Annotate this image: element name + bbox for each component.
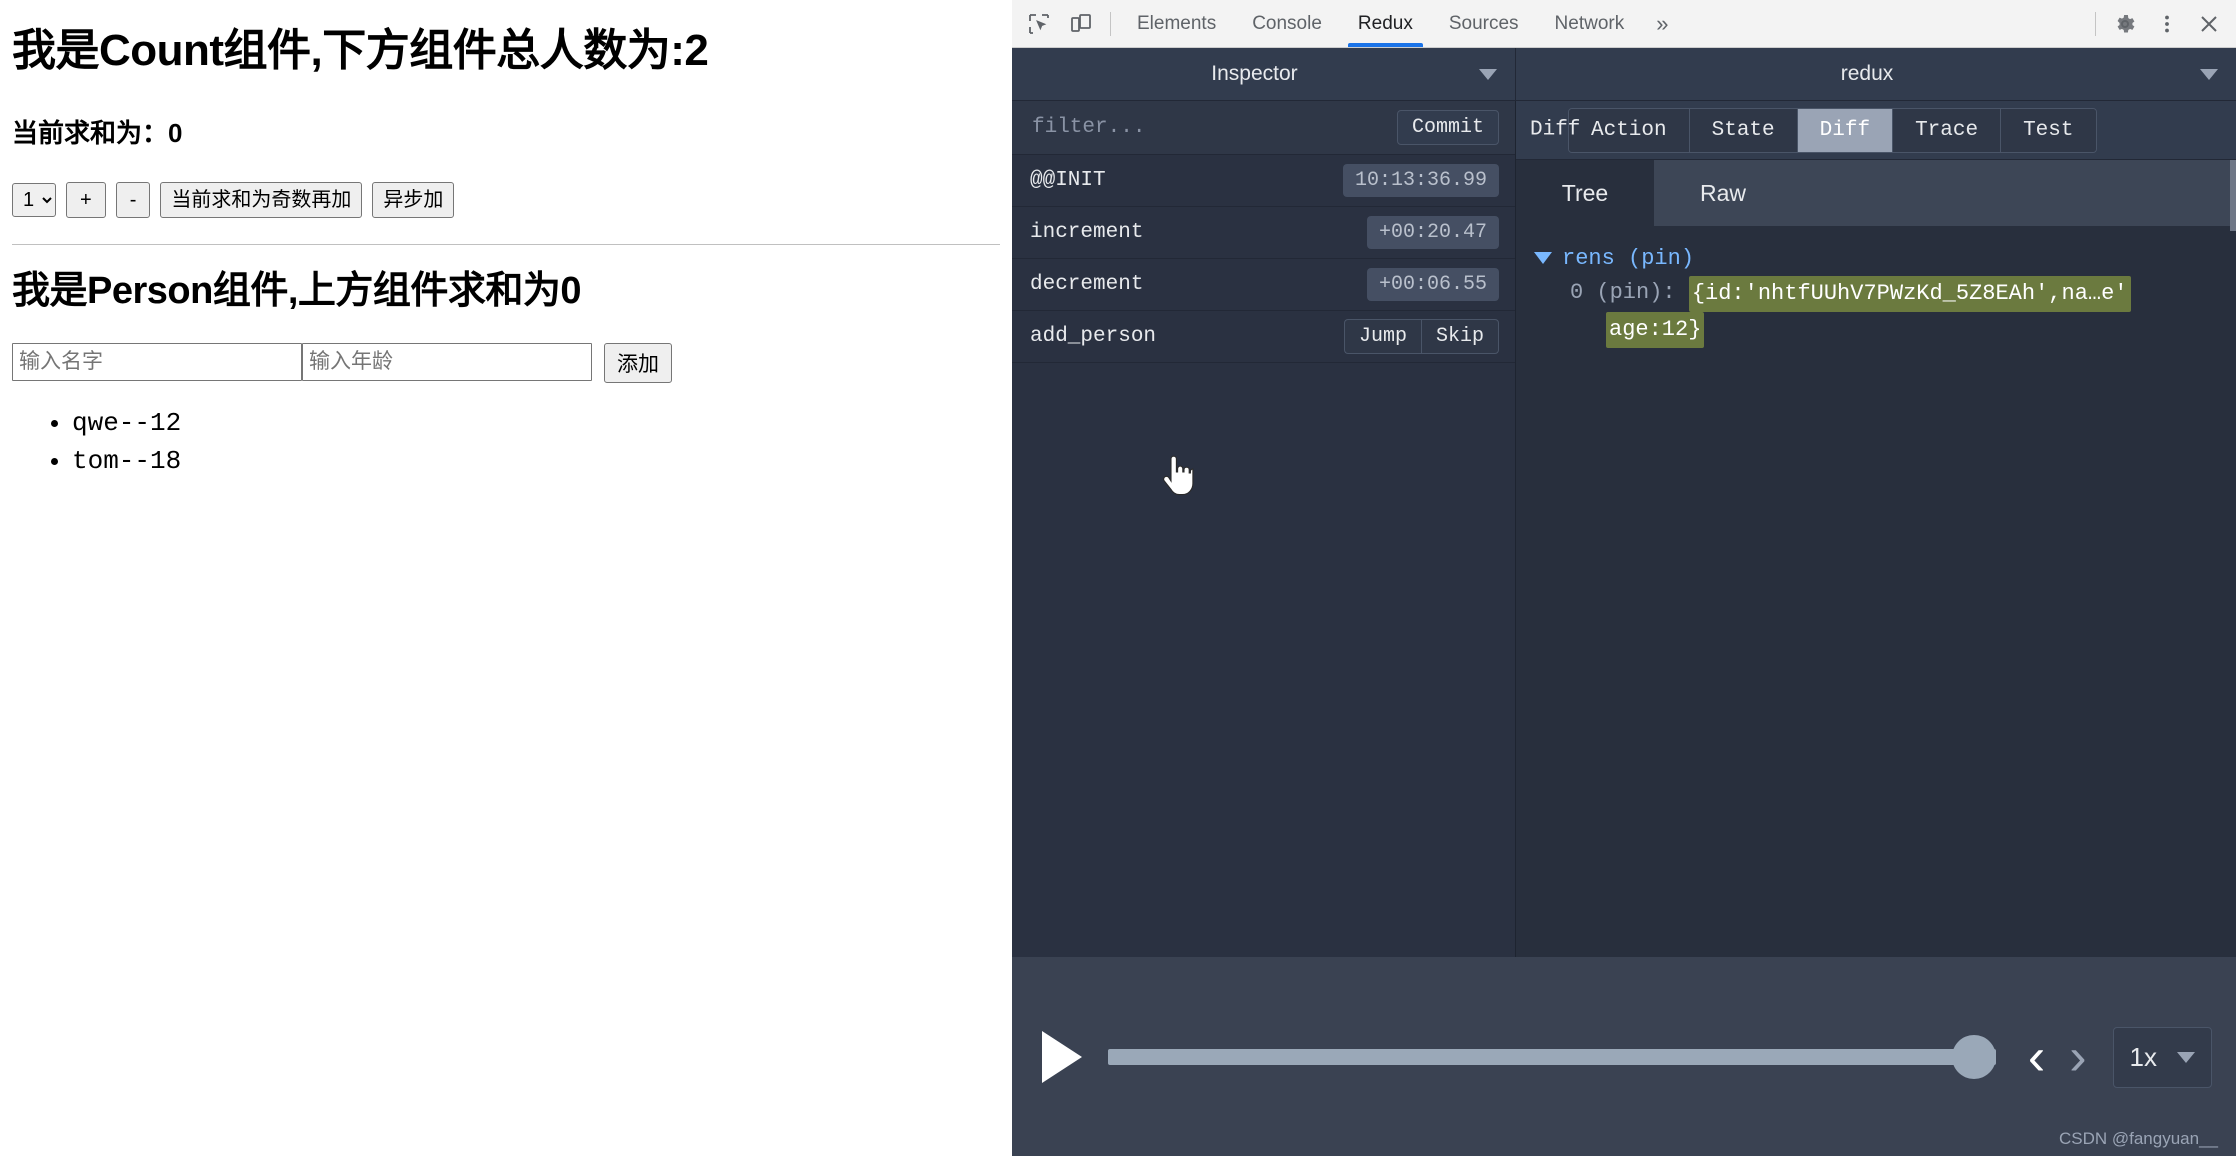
- devtools-toolbar: Elements Console Redux Sources Network »: [1012, 0, 2236, 48]
- action-row-increment[interactable]: increment +00:20.47: [1012, 207, 1515, 259]
- slider-track: [1108, 1049, 1996, 1065]
- monitor-tabbar: Diff Action State Diff Trace Test: [1516, 101, 2236, 160]
- tab-sources[interactable]: Sources: [1431, 0, 1537, 47]
- store-selector[interactable]: redux: [1516, 48, 2236, 100]
- action-row-right: +00:20.47: [1366, 216, 1499, 249]
- increment-button[interactable]: +: [66, 182, 106, 219]
- time-travel-player: ‹ › 1x CSDN @fangyuan__: [1012, 957, 2236, 1156]
- tree-entry-value: {id:'nhtfUUhV7PWzKd_5Z8EAh',na…e': [1688, 276, 2131, 313]
- tab-test[interactable]: Test: [2001, 108, 2096, 152]
- person-list: qwe--12 tom--18: [12, 405, 1000, 480]
- action-row-right: Jump Skip: [1343, 319, 1499, 354]
- devtools-panel: Elements Console Redux Sources Network »: [1012, 0, 2236, 1156]
- play-icon[interactable]: [1042, 1031, 1082, 1083]
- devtools-tab-list: Elements Console Redux Sources Network »: [1119, 0, 1682, 47]
- action-name: @@INIT: [1030, 169, 1106, 192]
- toolbar-divider: [2095, 11, 2096, 36]
- screenshot-root: 我是Count组件,下方组件总人数为:2 当前求和为：0 1 + - 当前求和为…: [0, 0, 2236, 1156]
- tree-entry-key: 0 (pin):: [1570, 280, 1676, 306]
- person-form: 添加: [12, 343, 1000, 384]
- more-tabs-icon[interactable]: »: [1642, 11, 1682, 37]
- inspector-selector[interactable]: Inspector: [1012, 48, 1516, 100]
- tree-entry-row[interactable]: 0 (pin): {id:'nhtfUUhV7PWzKd_5Z8EAh',na……: [1534, 276, 2236, 313]
- chevron-right-icon[interactable]: ›: [2057, 1031, 2098, 1083]
- monitor-panel: Diff Action State Diff Trace Test Tree R…: [1516, 101, 2236, 957]
- inspector-label: Inspector: [1211, 62, 1298, 85]
- action-row-add-person[interactable]: add_person Jump Skip: [1012, 311, 1515, 363]
- tree-root-row[interactable]: rens (pin): [1534, 242, 2236, 276]
- section-divider: [12, 244, 1000, 246]
- skip-button[interactable]: Skip: [1420, 319, 1499, 354]
- tab-network[interactable]: Network: [1537, 0, 1643, 47]
- redux-body: Commit @@INIT 10:13:36.99 increment +00:…: [1012, 101, 2236, 957]
- slider-thumb[interactable]: [1951, 1035, 1996, 1079]
- filter-row: Commit: [1012, 101, 1515, 155]
- action-list-panel: Commit @@INIT 10:13:36.99 increment +00:…: [1012, 101, 1516, 957]
- jump-button[interactable]: Jump: [1343, 319, 1421, 354]
- timeline-slider[interactable]: [1108, 1035, 1996, 1079]
- inspect-element-icon[interactable]: [1018, 5, 1060, 43]
- list-item: qwe--12: [72, 405, 1000, 443]
- monitor-tab-group: Action State Diff Trace Test: [1568, 107, 2097, 153]
- chevron-down-icon[interactable]: [1534, 252, 1552, 264]
- action-timestamp: +00:20.47: [1366, 216, 1499, 249]
- decrement-button[interactable]: -: [115, 182, 151, 219]
- device-toolbar-icon[interactable]: [1060, 5, 1102, 43]
- name-input[interactable]: [12, 343, 302, 382]
- action-timestamp: +00:06.55: [1366, 268, 1499, 301]
- list-item: tom--18: [72, 443, 1000, 481]
- async-add-button[interactable]: 异步加: [372, 182, 455, 219]
- playback-speed-value: 1x: [2129, 1041, 2157, 1072]
- tab-action[interactable]: Action: [1569, 108, 1690, 152]
- toolbar-divider: [1110, 11, 1111, 36]
- tab-elements[interactable]: Elements: [1119, 0, 1234, 47]
- playback-speed-select[interactable]: 1x: [2112, 1026, 2212, 1088]
- count-component-title: 我是Count组件,下方组件总人数为:2: [12, 26, 709, 75]
- action-row-right: +00:06.55: [1366, 268, 1499, 301]
- store-label: redux: [1840, 62, 1894, 85]
- tab-diff[interactable]: Diff: [1797, 108, 1894, 152]
- age-input[interactable]: [302, 343, 592, 382]
- count-controls: 1 + - 当前求和为奇数再加 异步加: [12, 182, 1000, 219]
- commit-button[interactable]: Commit: [1396, 110, 1499, 145]
- tab-state[interactable]: State: [1689, 108, 1798, 152]
- tree-entry-row-continued: age:12}: [1534, 312, 2236, 349]
- gear-icon[interactable]: [2104, 5, 2146, 43]
- person-component-title: 我是Person组件,上方组件求和为0: [12, 270, 582, 313]
- close-icon[interactable]: [2188, 5, 2230, 43]
- tree-entry-value-continued: age:12}: [1606, 312, 1705, 349]
- add-person-button[interactable]: 添加: [604, 343, 672, 384]
- current-sum-label: 当前求和为：0: [12, 118, 183, 149]
- action-row-decrement[interactable]: decrement +00:06.55: [1012, 259, 1515, 311]
- chevron-left-icon[interactable]: ‹: [2016, 1031, 2057, 1083]
- browser-viewport: 我是Count组件,下方组件总人数为:2 当前求和为：0 1 + - 当前求和为…: [0, 0, 1012, 1156]
- watermark: CSDN @fangyuan__: [2058, 1129, 2218, 1148]
- diff-tree: rens (pin) 0 (pin): {id:'nhtfUUhV7PWzKd_…: [1516, 226, 2236, 957]
- step-select[interactable]: 1: [12, 183, 56, 218]
- chevron-down-icon[interactable]: [2200, 68, 2218, 80]
- action-timestamp: 10:13:36.99: [1342, 164, 1499, 197]
- subtab-tree[interactable]: Tree: [1516, 160, 1654, 226]
- devtools-toolbar-right: [2087, 5, 2230, 43]
- chevron-down-icon[interactable]: [2177, 1051, 2195, 1063]
- subtab-raw[interactable]: Raw: [1654, 160, 1792, 226]
- tab-redux[interactable]: Redux: [1340, 0, 1431, 47]
- action-name: add_person: [1030, 325, 1157, 348]
- filter-input[interactable]: [1030, 115, 1397, 140]
- jump-skip-group: Jump Skip: [1343, 319, 1499, 354]
- odd-add-button[interactable]: 当前求和为奇数再加: [160, 182, 363, 219]
- action-name: increment: [1030, 221, 1144, 244]
- tree-root-key: rens (pin): [1562, 246, 1695, 271]
- tab-console[interactable]: Console: [1234, 0, 1340, 47]
- redux-header: Inspector redux: [1012, 48, 2236, 101]
- action-name: decrement: [1030, 273, 1144, 296]
- tab-trace[interactable]: Trace: [1893, 108, 2002, 152]
- chevron-down-icon[interactable]: [1479, 68, 1497, 80]
- action-row-right: 10:13:36.99: [1342, 164, 1499, 197]
- action-row-init[interactable]: @@INIT 10:13:36.99: [1012, 155, 1515, 207]
- kebab-menu-icon[interactable]: [2146, 5, 2188, 43]
- monitor-subtabbar: Tree Raw: [1516, 160, 2236, 226]
